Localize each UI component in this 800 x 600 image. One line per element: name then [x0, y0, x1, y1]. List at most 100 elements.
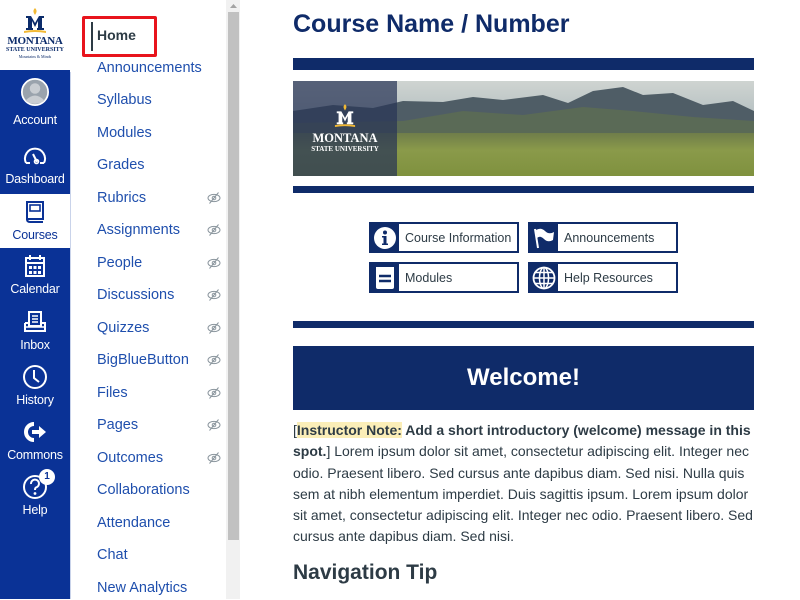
divider-bar [293, 186, 754, 193]
calendar-icon [21, 252, 49, 280]
hidden-eye-slash-icon [207, 386, 221, 399]
course-nav-label: Quizzes [97, 319, 150, 336]
inbox-icon [21, 308, 49, 336]
global-nav-label: Account [13, 113, 57, 127]
course-nav-label: Chat [97, 547, 128, 563]
course-nav-label: Assignments [97, 222, 181, 238]
logo-title: MONTANA [7, 35, 63, 47]
navigation-tip-heading: Navigation Tip [293, 561, 438, 584]
course-banner-image: MONTANA STATE UNIVERSITY [293, 81, 754, 176]
global-nav-commons[interactable]: Commons [0, 418, 70, 473]
global-nav-dashboard[interactable]: Dashboard [0, 142, 70, 197]
divider-bar [293, 58, 754, 70]
course-nav-item-quizzes[interactable]: Quizzes [97, 316, 225, 340]
course-nav-item-assignments[interactable]: Assignments [97, 218, 225, 242]
course-nav-item-attendance[interactable]: Attendance [97, 511, 225, 535]
home-highlight-box [82, 16, 157, 57]
banner-logo-subtitle: STATE UNIVERSITY [311, 145, 379, 153]
clock-icon [21, 363, 49, 391]
course-nav-item-syllabus[interactable]: Syllabus [97, 88, 225, 112]
page-title: Course Name / Number [293, 10, 570, 38]
global-nav-label: Calendar [10, 282, 60, 296]
course-nav-label: Files [97, 384, 128, 401]
course-nav-item-pages[interactable]: Pages [97, 413, 225, 437]
quick-link-label: Modules [405, 270, 453, 285]
help-notification-badge: 1 [39, 469, 55, 485]
course-nav-label: People [97, 254, 143, 271]
book-icon [21, 198, 49, 226]
help-resources-button[interactable]: Help Resources [528, 262, 678, 293]
msu-m-logo-icon [24, 8, 46, 33]
logo-subtitle: STATE UNIVERSITY [6, 47, 64, 53]
global-nav-history[interactable]: History [0, 363, 70, 418]
help-question-icon: 1 [21, 469, 55, 501]
logo-tagline: Mountains & Minds [18, 54, 52, 59]
quick-link-label: Course Information [405, 230, 512, 245]
quick-links: Course Information Announcements Modules… [369, 222, 679, 294]
course-nav-item-collaborations[interactable]: Collaborations [97, 478, 225, 502]
scrollbar-thumb[interactable] [228, 12, 239, 540]
course-nav-label: Announcements [97, 59, 202, 76]
welcome-banner: Welcome! [293, 346, 754, 410]
announcements-button[interactable]: Announcements [528, 222, 678, 253]
hidden-eye-slash-icon [207, 321, 221, 334]
modules-button[interactable]: Modules [369, 262, 519, 293]
hidden-eye-slash-icon [207, 224, 221, 236]
dashboard-gauge-icon [21, 142, 49, 170]
flag-icon [530, 224, 558, 251]
university-logo-link[interactable]: MONTANA STATE UNIVERSITY Mountains & Min… [0, 0, 70, 70]
info-icon [371, 224, 399, 251]
course-nav-label: New Analytics [97, 579, 188, 596]
lorem-body-text: Lorem ipsum dolor sit amet, consectetur … [293, 443, 753, 545]
global-nav-help[interactable]: 1 Help [0, 469, 70, 528]
course-nav-label: Outcomes [97, 449, 164, 466]
hidden-eye-slash-icon [207, 451, 221, 464]
course-nav-scrollbar[interactable] [226, 0, 240, 599]
global-navigation: MONTANA STATE UNIVERSITY Mountains & Min… [0, 0, 70, 599]
course-nav-item-new-analytics[interactable]: New Analytics [97, 576, 225, 600]
global-nav-inbox[interactable]: Inbox [0, 308, 70, 363]
course-nav-item-grades[interactable]: Grades [97, 153, 225, 177]
course-nav-label: Pages [97, 417, 139, 433]
scroll-up-arrow-icon[interactable] [226, 0, 240, 12]
divider-bar [293, 321, 754, 328]
course-nav-item-chat[interactable]: Chat [97, 543, 225, 567]
modules-list-icon [371, 264, 399, 291]
course-nav-item-bigbluebutton[interactable]: BigBlueButton [97, 348, 225, 372]
course-nav-label: Discussions [97, 287, 175, 303]
quick-link-label: Help Resources [564, 270, 653, 285]
instructor-note-label: Instructor Note: [296, 422, 402, 438]
global-nav-label: Courses [12, 228, 58, 242]
course-nav-item-discussions[interactable]: Discussions [97, 283, 225, 307]
msu-m-logo-icon [334, 104, 356, 127]
course-nav-item-files[interactable]: Files [97, 381, 225, 405]
course-nav-label: Grades [97, 157, 145, 173]
hidden-eye-slash-icon [207, 354, 221, 366]
hidden-eye-slash-icon [207, 191, 221, 204]
avatar-icon [21, 78, 49, 106]
course-nav-item-announcements[interactable]: Announcements [97, 56, 225, 80]
global-nav-label: History [16, 393, 54, 407]
banner-logo-title: MONTANA [312, 131, 378, 145]
banner-logo-overlay: MONTANA STATE UNIVERSITY [293, 81, 397, 176]
global-nav-account[interactable]: Account [0, 78, 70, 133]
course-nav-label: Attendance [97, 514, 171, 531]
course-nav-label: BigBlueButton [97, 352, 189, 368]
global-nav-calendar[interactable]: Calendar [0, 252, 70, 307]
course-nav-label: Collaborations [97, 482, 190, 498]
course-nav-label: Modules [97, 124, 152, 141]
course-nav-item-rubrics[interactable]: Rubrics [97, 186, 225, 210]
course-nav-label: Rubrics [97, 189, 147, 206]
course-information-button[interactable]: Course Information [369, 222, 519, 253]
commons-arrow-icon [21, 418, 49, 446]
course-nav-rail [70, 72, 71, 599]
global-nav-label: Inbox [20, 338, 50, 352]
course-nav-item-modules[interactable]: Modules [97, 121, 225, 145]
hidden-eye-slash-icon [207, 256, 221, 269]
global-nav-courses[interactable]: Courses [0, 194, 70, 248]
course-nav-item-outcomes[interactable]: Outcomes [97, 446, 225, 470]
globe-icon [530, 264, 558, 291]
hidden-eye-slash-icon [207, 289, 221, 301]
main-content: Course Name / Number MONTANA STATE UNIVE… [240, 0, 800, 599]
course-nav-item-people[interactable]: People [97, 251, 225, 275]
